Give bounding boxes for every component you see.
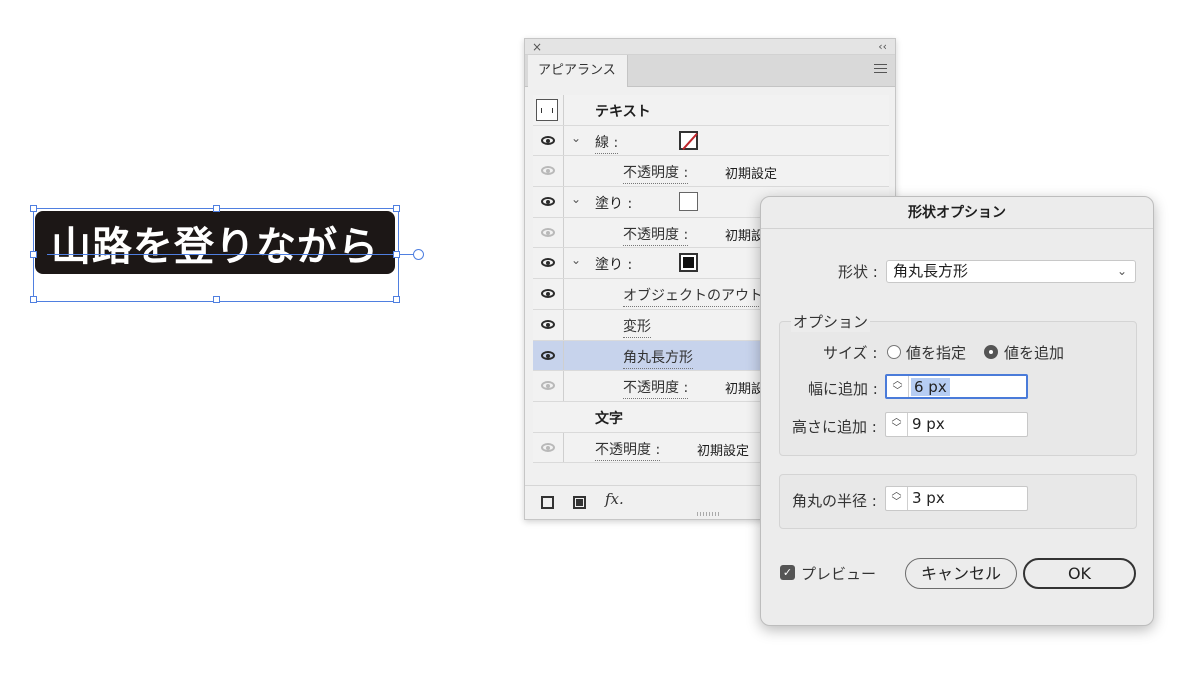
tab-appearance[interactable]: アピアランス: [528, 55, 628, 87]
stepper-up-down-icon[interactable]: ︿ ﹀: [887, 376, 909, 397]
handle-middle-left[interactable]: [30, 251, 37, 258]
ok-button[interactable]: OK: [1023, 558, 1136, 589]
stepper-up-down-icon[interactable]: ︿ ﹀: [886, 487, 908, 510]
selection-bounding-box: [33, 208, 399, 302]
text-baseline: [47, 254, 399, 255]
corner-radius-label: 角丸の半径 :: [792, 492, 877, 510]
panel-tabbar: アピアランス: [525, 55, 895, 87]
size-absolute-label[interactable]: 値を指定: [906, 342, 966, 363]
handle-top-center[interactable]: [213, 205, 220, 212]
eye-icon[interactable]: [541, 350, 555, 360]
handle-bottom-left[interactable]: [30, 296, 37, 303]
stepper-up-down-icon[interactable]: ︿ ﹀: [886, 413, 908, 436]
eye-icon[interactable]: [541, 319, 555, 329]
fill-label: 塗り :: [595, 257, 633, 274]
hamburger-menu-icon[interactable]: [874, 64, 887, 76]
cancel-button[interactable]: キャンセル: [905, 558, 1017, 589]
close-icon[interactable]: ×: [532, 39, 542, 55]
size-label: サイズ :: [823, 344, 878, 362]
appearance-row-stroke[interactable]: ⌄ 線 :: [533, 125, 889, 157]
shape-options-dialog: 形状オプション 形状 : 角丸長方形 ⌄ オプション サイズ : 値を指定 値を…: [760, 196, 1154, 626]
width-extra-value[interactable]: 6 px: [911, 378, 950, 396]
preview-checkbox[interactable]: ✓: [780, 565, 795, 580]
size-relative-label[interactable]: 値を追加: [1004, 342, 1064, 363]
eye-icon[interactable]: [541, 289, 555, 299]
eye-icon[interactable]: [541, 381, 555, 391]
text-object-icon: [536, 99, 558, 121]
opacity-label-link[interactable]: 不透明度 :: [623, 162, 689, 185]
add-new-fill-icon[interactable]: [573, 496, 586, 509]
opacity-label-link[interactable]: 不透明度 :: [623, 377, 689, 400]
opacity-label-link[interactable]: 不透明度 :: [595, 439, 661, 461]
width-extra-field[interactable]: ︿ ﹀ 6 px: [885, 374, 1028, 399]
row-label: テキスト: [595, 104, 651, 120]
eye-icon[interactable]: [541, 197, 555, 207]
stroke-none-swatch[interactable]: [679, 130, 698, 150]
add-effect-fx-icon[interactable]: fx.: [605, 490, 624, 508]
handle-top-right[interactable]: [393, 205, 400, 212]
eye-icon[interactable]: [541, 166, 555, 176]
appearance-row-text[interactable]: テキスト: [533, 95, 889, 126]
shape-select-value: 角丸長方形: [893, 262, 969, 280]
corner-radius-field[interactable]: ︿ ﹀ 3 px: [885, 486, 1028, 511]
appearance-row-opacity[interactable]: 不透明度 : 初期設定: [533, 156, 889, 188]
eye-icon[interactable]: [541, 258, 555, 268]
dialog-title: 形状オプション: [761, 197, 1153, 229]
fill-label: 塗り :: [595, 196, 633, 213]
text-artwork[interactable]: 山路を登りながら: [30, 205, 424, 303]
chevron-down-icon[interactable]: ⌄: [571, 253, 581, 267]
eye-icon[interactable]: [541, 442, 555, 452]
size-absolute-radio[interactable]: [887, 345, 901, 359]
text-out-port[interactable]: [413, 249, 424, 260]
width-extra-label: 幅に追加 :: [808, 380, 878, 398]
collapse-icon[interactable]: ‹‹: [878, 39, 887, 55]
chevron-down-icon: ⌄: [1116, 264, 1127, 278]
handle-bottom-center[interactable]: [213, 296, 220, 303]
height-extra-value[interactable]: 9 px: [912, 415, 945, 433]
opacity-value: 初期設定: [697, 443, 750, 459]
chevron-down-icon[interactable]: ⌄: [571, 192, 581, 206]
chevron-down-icon[interactable]: ⌄: [571, 131, 581, 145]
effect-transform-link[interactable]: 変形: [623, 316, 651, 338]
corner-radius-value[interactable]: 3 px: [912, 489, 945, 507]
handle-bottom-right[interactable]: [393, 296, 400, 303]
fill-black-swatch[interactable]: [679, 253, 698, 273]
panel-titlebar[interactable]: × ‹‹: [525, 39, 895, 55]
shape-label: 形状 :: [838, 263, 878, 281]
fill-white-swatch[interactable]: [679, 192, 698, 212]
eye-icon[interactable]: [541, 227, 555, 237]
eye-icon[interactable]: [541, 135, 555, 145]
height-extra-field[interactable]: ︿ ﹀ 9 px: [885, 412, 1028, 437]
effect-rounded-rect-link[interactable]: 角丸長方形: [623, 347, 693, 369]
add-new-stroke-icon[interactable]: [541, 496, 554, 509]
resize-grip[interactable]: [697, 512, 721, 516]
characters-label: 文字: [595, 410, 623, 427]
options-legend: オプション: [791, 311, 871, 332]
handle-top-left[interactable]: [30, 205, 37, 212]
opacity-label-link[interactable]: 不透明度 :: [623, 224, 689, 246]
height-extra-label: 高さに追加 :: [792, 418, 877, 436]
stroke-label-link[interactable]: 線 :: [595, 132, 619, 154]
shape-select[interactable]: 角丸長方形 ⌄: [886, 260, 1136, 283]
size-relative-radio[interactable]: [984, 345, 998, 359]
preview-label[interactable]: プレビュー: [801, 563, 876, 584]
opacity-value: 初期設定: [725, 167, 778, 183]
